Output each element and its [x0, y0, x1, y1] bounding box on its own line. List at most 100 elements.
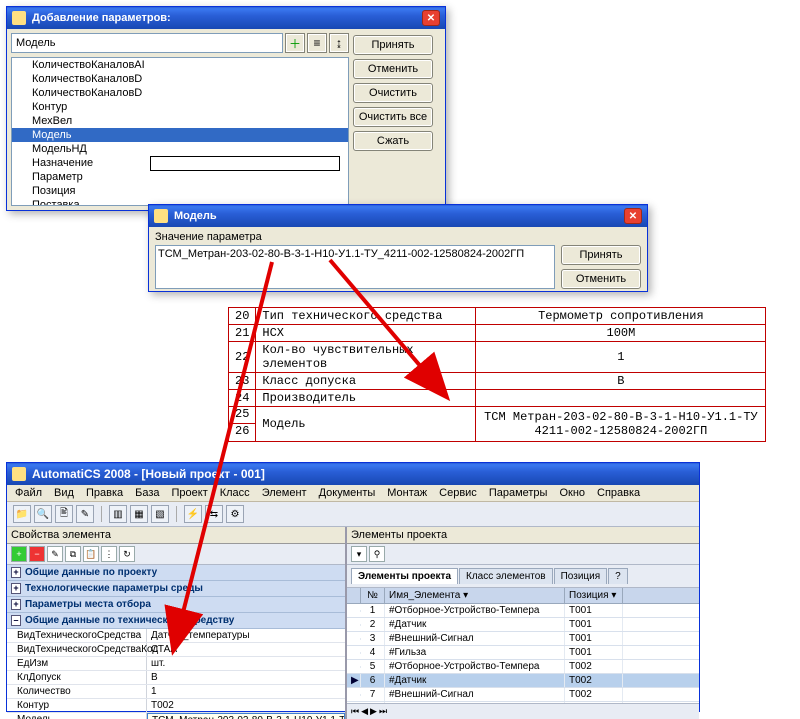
- list-item[interactable]: МодельНД: [12, 142, 348, 156]
- expand-icon[interactable]: –: [11, 615, 21, 626]
- toolbar-button[interactable]: ▦: [130, 505, 148, 523]
- toolbar-button[interactable]: ▧: [151, 505, 169, 523]
- add-icon[interactable]: +: [11, 546, 27, 562]
- nav-next-icon[interactable]: ▶: [370, 706, 377, 717]
- expand-icon[interactable]: +: [11, 599, 21, 610]
- list-item[interactable]: КоличествоКаналовAI: [12, 58, 348, 72]
- property-row[interactable]: ВидТехническогоСредстваКодСТАА: [7, 643, 345, 657]
- property-group[interactable]: +Общие данные по проекту: [7, 565, 345, 581]
- toolbar-button[interactable]: ✎: [76, 505, 94, 523]
- col-header-pos[interactable]: Позиция ▾: [565, 588, 623, 603]
- compress-button[interactable]: Сжать: [353, 131, 433, 151]
- cancel-button[interactable]: Отменить: [561, 269, 641, 289]
- property-group[interactable]: +Параметры места отбора: [7, 597, 345, 613]
- toolbar-button[interactable]: ⚡: [184, 505, 202, 523]
- table-row[interactable]: 4#ГильзаT001: [347, 646, 699, 660]
- prop-value[interactable]: ТСМ_Метран-203-02-80-B-3-1-H10-У1.1-ТУ_4…: [147, 713, 345, 719]
- menu-item[interactable]: Вид: [54, 487, 74, 499]
- tab[interactable]: ?: [608, 568, 628, 584]
- close-icon[interactable]: ✕: [624, 208, 642, 224]
- dropdown-icon[interactable]: ▾: [611, 590, 616, 601]
- property-group[interactable]: –Общие данные по техническому средству: [7, 613, 345, 629]
- col-header-num[interactable]: №: [361, 588, 385, 603]
- add-icon[interactable]: ＋: [285, 33, 305, 53]
- list-item[interactable]: КоличествоКаналовD: [12, 72, 348, 86]
- menu-item[interactable]: Справка: [597, 487, 640, 499]
- tab[interactable]: Позиция: [554, 568, 608, 584]
- list-item[interactable]: Параметр: [12, 170, 348, 184]
- list-item[interactable]: КоличествоКаналовD: [12, 86, 348, 100]
- tab[interactable]: Элементы проекта: [351, 568, 458, 584]
- list-item[interactable]: МехВел: [12, 114, 348, 128]
- prop-value[interactable]: СТАА: [147, 643, 345, 656]
- table-row[interactable]: 2#ДатчикT001: [347, 618, 699, 632]
- table-row[interactable]: 5#Отборное-Устройство-ТемпераT002: [347, 660, 699, 674]
- nav-last-icon[interactable]: ⏭: [379, 706, 387, 717]
- menu-item[interactable]: Класс: [220, 487, 250, 499]
- property-row[interactable]: МодельТСМ_Метран-203-02-80-B-3-1-H10-У1.…: [7, 713, 345, 719]
- data-grid[interactable]: 1#Отборное-Устройство-ТемпераT0012#Датчи…: [347, 604, 699, 703]
- toolbar-button[interactable]: ⇆: [205, 505, 223, 523]
- property-row[interactable]: КлДопускB: [7, 671, 345, 685]
- toolbar-button[interactable]: ▥: [109, 505, 127, 523]
- filter-icon[interactable]: ⚲: [369, 546, 385, 562]
- accept-button[interactable]: Принять: [561, 245, 641, 265]
- menu-item[interactable]: Проект: [172, 487, 208, 499]
- close-icon[interactable]: ✕: [422, 10, 440, 26]
- app-titlebar[interactable]: AutomatiCS 2008 - [Новый проект - 001]: [7, 463, 699, 485]
- refresh-icon[interactable]: ↻: [119, 546, 135, 562]
- prop-value[interactable]: T002: [147, 699, 345, 712]
- menu-item[interactable]: База: [135, 487, 159, 499]
- expand-icon[interactable]: +: [11, 583, 21, 594]
- toolbar-button[interactable]: ⚙: [226, 505, 244, 523]
- menu-item[interactable]: Окно: [559, 487, 585, 499]
- dropdown-icon[interactable]: ▾: [463, 590, 468, 601]
- list-item[interactable]: Модель: [12, 128, 348, 142]
- clear-button[interactable]: Очистить: [353, 83, 433, 103]
- list-item[interactable]: Позиция: [12, 184, 348, 198]
- property-row[interactable]: ВидТехническогоСредстваДатчик_температур…: [7, 629, 345, 643]
- table-row[interactable]: 1#Отборное-Устройство-ТемпераT001: [347, 604, 699, 618]
- col-header-name[interactable]: Имя_Элемента ▾: [385, 588, 565, 603]
- table-row[interactable]: 3#Внешний-СигналT001: [347, 632, 699, 646]
- list-icon[interactable]: ≡: [307, 33, 327, 53]
- menu-item[interactable]: Документы: [319, 487, 376, 499]
- nav-prev-icon[interactable]: ◀: [361, 706, 368, 717]
- copy-icon[interactable]: ⧉: [65, 546, 81, 562]
- paste-icon[interactable]: 📋: [83, 546, 99, 562]
- prop-value[interactable]: шт.: [147, 657, 345, 670]
- expand-icon[interactable]: +: [11, 567, 21, 578]
- accept-button[interactable]: Принять: [353, 35, 433, 55]
- parameter-list[interactable]: КоличествоКаналовAIКоличествоКаналовDКол…: [11, 57, 349, 206]
- prop-value[interactable]: 1: [147, 685, 345, 698]
- nav-first-icon[interactable]: ⏮: [351, 706, 359, 717]
- cancel-button[interactable]: Отменить: [353, 59, 433, 79]
- property-row[interactable]: КонтурT002: [7, 699, 345, 713]
- property-grid[interactable]: +Общие данные по проекту+Технологические…: [7, 565, 345, 719]
- prop-value[interactable]: Датчик_температуры: [147, 629, 345, 642]
- list-item[interactable]: Контур: [12, 100, 348, 114]
- inline-value-input[interactable]: [150, 156, 340, 171]
- dialog-titlebar[interactable]: Модель ✕: [149, 205, 647, 227]
- toolbar-button[interactable]: 🔍: [34, 505, 52, 523]
- tab[interactable]: Класс элементов: [459, 568, 553, 584]
- edit-icon[interactable]: ✎: [47, 546, 63, 562]
- search-input[interactable]: [11, 33, 283, 53]
- table-row[interactable]: 7#Внешний-СигналT002: [347, 688, 699, 702]
- table-row[interactable]: ▶6#ДатчикT002: [347, 674, 699, 688]
- property-row[interactable]: ЕдИзмшт.: [7, 657, 345, 671]
- property-group[interactable]: +Технологические параметры среды: [7, 581, 345, 597]
- param-value-input[interactable]: [155, 245, 555, 289]
- menu-item[interactable]: Сервис: [439, 487, 477, 499]
- remove-icon[interactable]: −: [29, 546, 45, 562]
- menu-item[interactable]: Параметры: [489, 487, 548, 499]
- dialog-titlebar[interactable]: Добавление параметров: ✕: [7, 7, 445, 29]
- prop-value[interactable]: B: [147, 671, 345, 684]
- menu-item[interactable]: Правка: [86, 487, 123, 499]
- menu-item[interactable]: Файл: [15, 487, 42, 499]
- tool-icon[interactable]: ⋮: [101, 546, 117, 562]
- menu-item[interactable]: Элемент: [262, 487, 307, 499]
- property-row[interactable]: Количество1: [7, 685, 345, 699]
- menu-item[interactable]: Монтаж: [387, 487, 427, 499]
- sort-icon[interactable]: ↨: [329, 33, 349, 53]
